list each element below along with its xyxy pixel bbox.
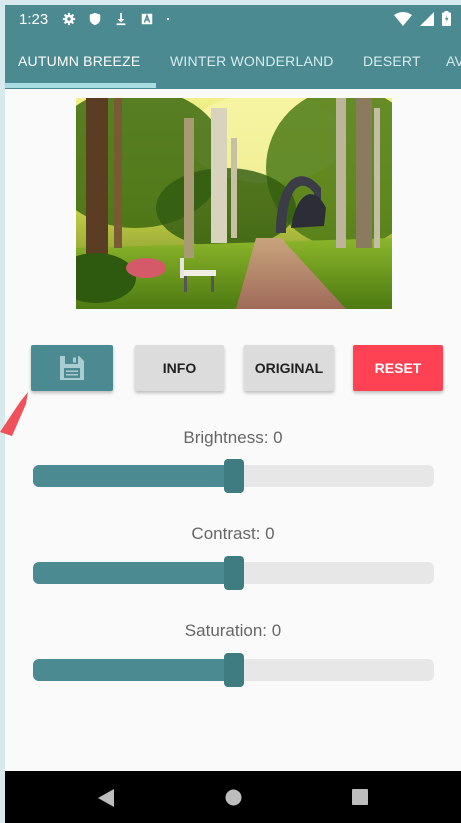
back-icon[interactable] <box>98 789 114 807</box>
wifi-icon <box>394 11 412 26</box>
brightness-label: Brightness: 0 <box>183 428 283 447</box>
preview-image <box>76 98 392 309</box>
slider-fill <box>33 562 234 584</box>
brightness-slider[interactable] <box>33 459 434 493</box>
original-button[interactable]: ORIGINAL <box>244 345 334 391</box>
info-button[interactable]: INFO <box>135 345 224 391</box>
slider-fill <box>33 659 234 681</box>
font-a-icon <box>141 13 153 25</box>
tab-desert[interactable]: DESERT <box>363 33 421 89</box>
reset-button[interactable]: RESET <box>353 345 443 391</box>
download-icon <box>116 12 126 26</box>
status-time: 1:23 <box>19 10 49 28</box>
recents-icon[interactable] <box>352 789 368 805</box>
dot-icon <box>167 17 170 21</box>
saturation-slider[interactable] <box>33 653 434 687</box>
gear-icon <box>63 12 76 26</box>
app-screen: 1:23 AUTUMN BREEZE WINTER WONDERLAND DES… <box>5 5 461 823</box>
arrow-pointer-icon <box>0 392 28 436</box>
contrast-label: Contrast: 0 <box>191 524 275 543</box>
save-button[interactable] <box>31 345 113 391</box>
tab-winter-wonderland[interactable]: WINTER WONDERLAND <box>170 33 334 89</box>
system-nav-bar <box>5 771 461 823</box>
slider-thumb[interactable] <box>223 459 244 493</box>
signal-icon <box>420 11 434 26</box>
slider-thumb[interactable] <box>223 556 244 590</box>
tab-indicator <box>5 83 156 88</box>
slider-fill <box>33 465 234 487</box>
status-bar: 1:23 <box>5 5 461 33</box>
tab-partial[interactable]: AV <box>446 33 461 89</box>
shield-icon <box>89 12 101 26</box>
saturation-label: Saturation: 0 <box>184 621 282 640</box>
floppy-disk-icon <box>60 356 84 380</box>
filter-tab-bar: AUTUMN BREEZE WINTER WONDERLAND DESERT A… <box>5 33 461 89</box>
contrast-slider[interactable] <box>33 556 434 590</box>
battery-icon <box>442 11 451 26</box>
tab-autumn-breeze[interactable]: AUTUMN BREEZE <box>18 33 140 89</box>
home-icon[interactable] <box>225 789 242 806</box>
forest-path-photo <box>76 98 392 309</box>
slider-thumb[interactable] <box>223 653 244 687</box>
